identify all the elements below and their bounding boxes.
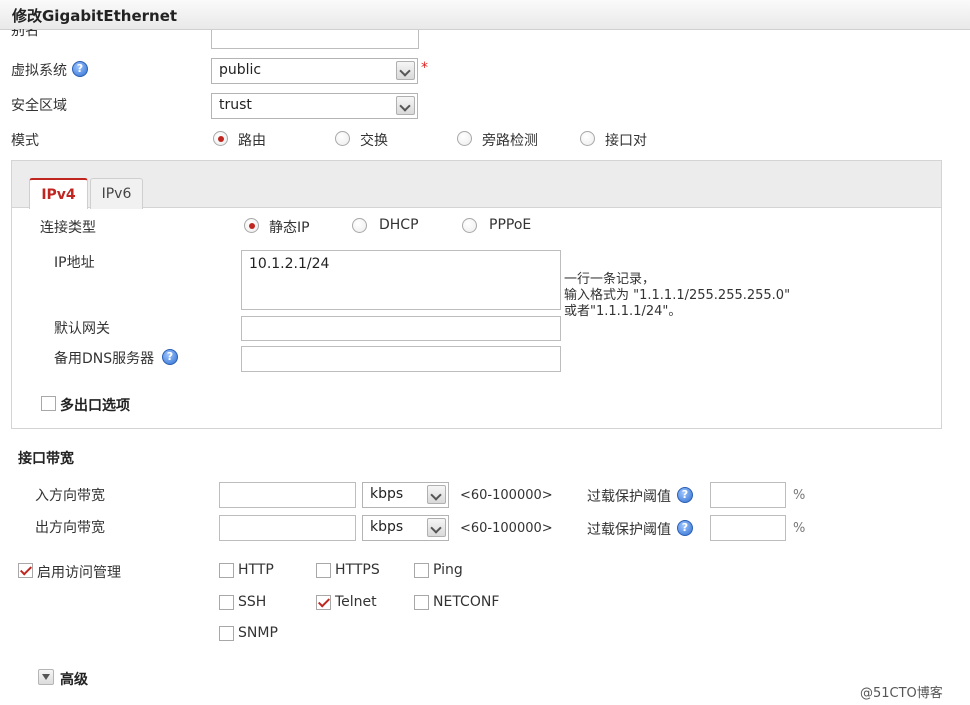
access-netconf-label: NETCONF	[433, 594, 500, 610]
alias-label: 别名	[11, 29, 39, 39]
mode-bypass-radio[interactable]	[457, 131, 472, 146]
vsys-dropdown-icon[interactable]	[396, 61, 415, 80]
ip-label: IP地址	[54, 255, 95, 271]
access-ping-label: Ping	[433, 562, 463, 578]
outbound-range: <60-100000>	[460, 521, 553, 536]
inbound-unit-select[interactable]: kbps	[362, 482, 449, 508]
multi-exit-label: 多出口选项	[60, 398, 130, 414]
outbound-overload-help-icon[interactable]: ?	[677, 520, 693, 536]
dialog-title: 修改GigabitEthernet	[12, 7, 178, 25]
outbound-unit-select[interactable]: kbps	[362, 515, 449, 541]
conn-static-radio[interactable]	[244, 218, 259, 233]
outbound-unit-dropdown-icon[interactable]	[427, 518, 446, 537]
inbound-percent: %	[793, 488, 806, 503]
access-snmp-checkbox[interactable]	[219, 626, 234, 641]
mode-switch-radio[interactable]	[335, 131, 350, 146]
tab-ipv4[interactable]: IPv4	[29, 178, 88, 209]
dns-help-icon[interactable]: ?	[162, 349, 178, 365]
ip-hint-line-1: 一行一条记录，	[564, 272, 656, 287]
mode-pair-radio[interactable]	[580, 131, 595, 146]
ip-hint-line-2: 输入格式为 "1.1.1.1/255.255.255.0"	[564, 288, 791, 303]
ip-hint-line-3: 或者"1.1.1.1/24"。	[564, 304, 682, 319]
zone-dropdown-icon[interactable]	[396, 96, 415, 115]
required-mark: *	[421, 60, 428, 76]
access-mgmt-label: 启用访问管理	[37, 565, 121, 581]
dns-label: 备用DNS服务器	[54, 351, 155, 367]
access-mgmt-checkbox[interactable]	[18, 563, 33, 578]
outbound-overload-input[interactable]	[710, 515, 786, 541]
dialog-titlebar: 修改GigabitEthernet	[0, 0, 970, 30]
inbound-label: 入方向带宽	[35, 488, 105, 504]
access-ssh-checkbox[interactable]	[219, 595, 234, 610]
conn-pppoe-label: PPPoE	[489, 217, 532, 233]
gateway-label: 默认网关	[54, 321, 110, 337]
access-http-label: HTTP	[238, 562, 274, 578]
inbound-overload-help-icon[interactable]: ?	[677, 487, 693, 503]
conn-pppoe-radio[interactable]	[462, 218, 477, 233]
advanced-expand-icon[interactable]	[38, 669, 54, 685]
access-telnet-checkbox[interactable]	[316, 595, 331, 610]
mode-pair-label: 接口对	[605, 133, 647, 149]
conn-static-label: 静态IP	[269, 220, 310, 236]
conn-dhcp-label: DHCP	[379, 217, 419, 233]
access-telnet-label: Telnet	[335, 594, 377, 610]
access-netconf-checkbox[interactable]	[414, 595, 429, 610]
zone-label: 安全区域	[11, 98, 67, 114]
vsys-label: 虚拟系统	[11, 63, 67, 79]
inbound-input[interactable]	[219, 482, 356, 508]
zone-value: trust	[219, 97, 252, 113]
inbound-unit-dropdown-icon[interactable]	[427, 485, 446, 504]
mode-switch-label: 交换	[360, 133, 388, 149]
access-http-checkbox[interactable]	[219, 563, 234, 578]
access-ssh-label: SSH	[238, 594, 267, 610]
conn-type-label: 连接类型	[40, 220, 96, 236]
ip-settings-panel: IPv4 IPv6 连接类型 静态IP DHCP PPPoE IP地址 10.1…	[11, 160, 942, 429]
mode-bypass-label: 旁路检测	[482, 133, 538, 149]
vsys-value: public	[219, 62, 262, 78]
access-https-label: HTTPS	[335, 562, 380, 578]
outbound-percent: %	[793, 521, 806, 536]
inbound-unit-value: kbps	[370, 486, 404, 502]
mode-route-label: 路由	[238, 133, 266, 149]
outbound-overload-label: 过载保护阈值	[587, 522, 671, 538]
outbound-input[interactable]	[219, 515, 356, 541]
access-snmp-label: SNMP	[238, 625, 278, 641]
outbound-label: 出方向带宽	[35, 520, 105, 536]
access-ping-checkbox[interactable]	[414, 563, 429, 578]
access-https-checkbox[interactable]	[316, 563, 331, 578]
mode-route-radio[interactable]	[213, 131, 228, 146]
gateway-input[interactable]	[241, 316, 561, 341]
dns-input[interactable]	[241, 346, 561, 372]
mode-label: 模式	[11, 133, 39, 149]
inbound-range: <60-100000>	[460, 488, 553, 503]
inbound-overload-label: 过载保护阈值	[587, 489, 671, 505]
conn-dhcp-radio[interactable]	[352, 218, 367, 233]
advanced-label[interactable]: 高级	[60, 669, 88, 689]
bandwidth-section-title: 接口带宽	[18, 451, 74, 467]
alias-input[interactable]	[211, 30, 419, 49]
multi-exit-checkbox[interactable]	[41, 396, 56, 411]
watermark: @51CTO博客	[860, 686, 943, 701]
vsys-help-icon[interactable]: ?	[72, 61, 88, 77]
vsys-select[interactable]: public	[211, 58, 418, 84]
tab-ipv6[interactable]: IPv6	[90, 178, 143, 209]
ip-textarea[interactable]: 10.1.2.1/24	[241, 250, 561, 310]
outbound-unit-value: kbps	[370, 519, 404, 535]
zone-select[interactable]: trust	[211, 93, 418, 119]
ip-tabstrip: IPv4 IPv6	[12, 161, 941, 209]
inbound-overload-input[interactable]	[710, 482, 786, 508]
